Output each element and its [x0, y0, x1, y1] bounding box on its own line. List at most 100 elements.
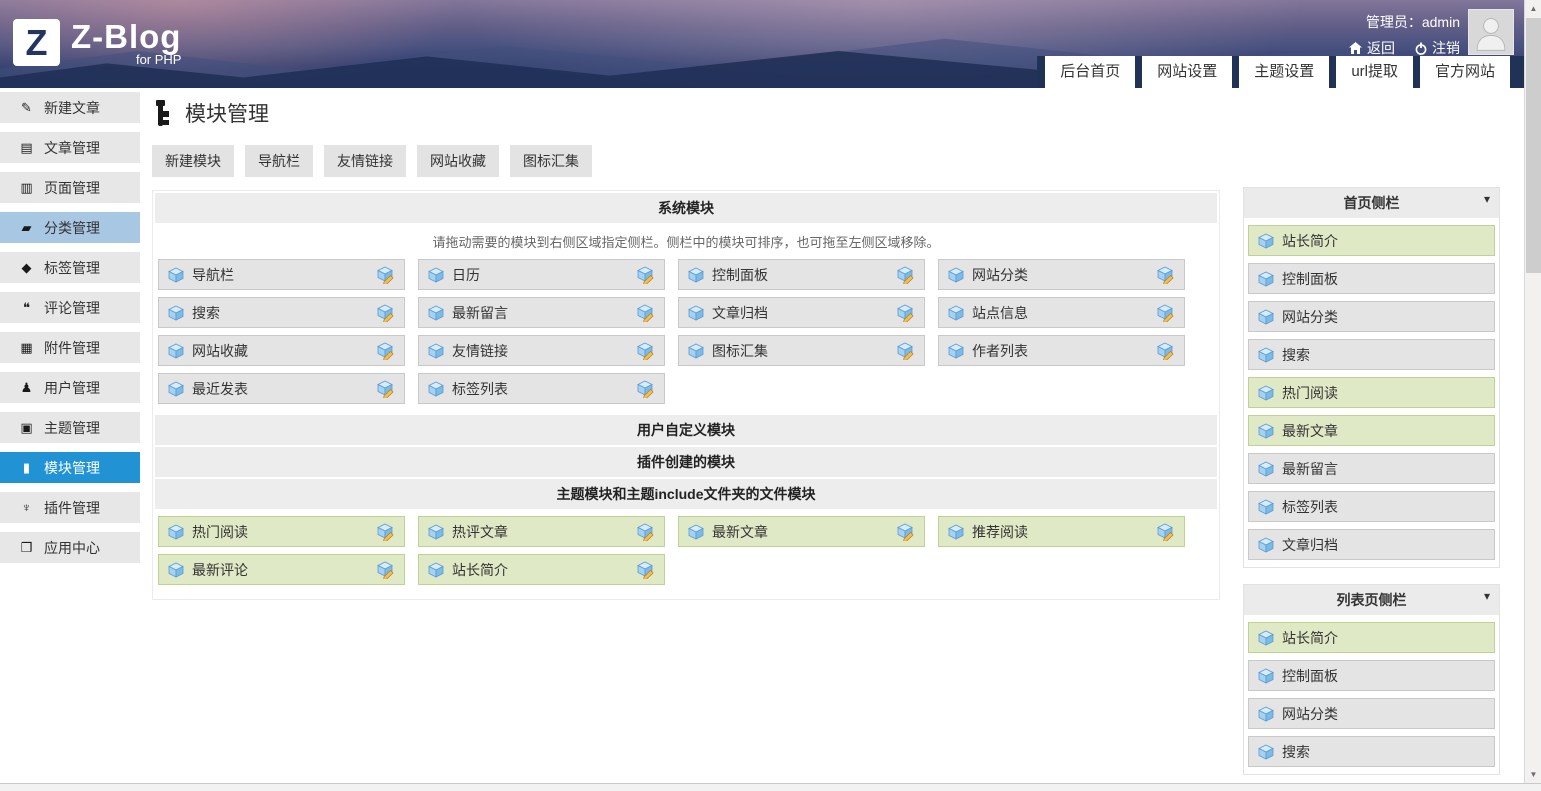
panel-header-home-sidebar[interactable]: 首页侧栏 ▾	[1244, 188, 1499, 218]
sidebar-item[interactable]: ▣ 主题管理	[0, 412, 140, 443]
toolbar-button[interactable]: 新建模块	[152, 145, 234, 177]
theme-module-item[interactable]: 热门阅读	[158, 516, 405, 547]
edit-module-icon[interactable]	[637, 304, 655, 322]
edit-module-icon[interactable]	[377, 380, 395, 398]
theme-module-item[interactable]: 热评文章	[418, 516, 665, 547]
sidebar-item[interactable]: ▮ 模块管理	[0, 452, 140, 483]
module-item[interactable]: 最近发表	[158, 373, 405, 404]
module-item[interactable]: 日历	[418, 259, 665, 290]
module-label: 站长简介	[1282, 231, 1485, 251]
theme-module-item[interactable]: 最新评论	[158, 554, 405, 585]
sidebar-item[interactable]: ▤ 文章管理	[0, 132, 140, 163]
toolbar-button[interactable]: 网站收藏	[417, 145, 499, 177]
home-sidebar-items: 站长简介 控制面板 网站	[1244, 225, 1499, 560]
avatar[interactable]	[1468, 9, 1514, 55]
module-item[interactable]: 控制面板	[678, 259, 925, 290]
module-label: 热门阅读	[192, 522, 377, 542]
module-key-icon	[152, 99, 172, 127]
edit-module-icon[interactable]	[897, 342, 915, 360]
scrollbar-thumb[interactable]	[1526, 18, 1541, 273]
module-item[interactable]: 导航栏	[158, 259, 405, 290]
attachment-icon: ▦	[19, 340, 34, 356]
sidebar-item[interactable]: ▥ 页面管理	[0, 172, 140, 203]
nav-tab[interactable]: 后台首页	[1045, 56, 1135, 88]
taskbar-sliver	[0, 783, 1541, 791]
edit-module-icon[interactable]	[377, 561, 395, 579]
sidebar-module-item[interactable]: 文章归档	[1248, 529, 1495, 560]
nav-tab[interactable]: 官方网站	[1420, 56, 1510, 88]
module-item[interactable]: 图标汇集	[678, 335, 925, 366]
edit-module-icon[interactable]	[637, 380, 655, 398]
sidebar-module-item[interactable]: 最新文章	[1248, 415, 1495, 446]
edit-module-icon[interactable]	[377, 342, 395, 360]
back-link[interactable]: 返回	[1349, 38, 1395, 58]
sidebar-module-item[interactable]: 网站分类	[1248, 301, 1495, 332]
toolbar-button[interactable]: 图标汇集	[510, 145, 592, 177]
edit-module-icon[interactable]	[1157, 304, 1175, 322]
edit-module-icon[interactable]	[897, 523, 915, 541]
sidebar-item[interactable]: ❒ 应用中心	[0, 532, 140, 563]
sidebar-module-item[interactable]: 站长简介	[1248, 622, 1495, 653]
nav-tab[interactable]: 主题设置	[1239, 56, 1329, 88]
sidebar-module-item[interactable]: 热门阅读	[1248, 377, 1495, 408]
sidebar-module-item[interactable]: 控制面板	[1248, 660, 1495, 691]
edit-module-icon[interactable]	[897, 304, 915, 322]
theme-module-item[interactable]: 推荐阅读	[938, 516, 1185, 547]
theme-module-item[interactable]: 站长简介	[418, 554, 665, 585]
sidebar-item[interactable]: ◆ 标签管理	[0, 252, 140, 283]
zblog-logo[interactable]: Z Z-Blog for PHP	[13, 19, 181, 67]
toolbar-button[interactable]: 导航栏	[245, 145, 313, 177]
panel-header-list-sidebar[interactable]: 列表页侧栏 ▾	[1244, 585, 1499, 615]
edit-module-icon[interactable]	[637, 523, 655, 541]
module-cube-icon	[1258, 706, 1274, 722]
logout-link[interactable]: 注销	[1415, 38, 1460, 58]
toolbar-button[interactable]: 友情链接	[324, 145, 406, 177]
sidebar-item-label: 页面管理	[44, 178, 100, 198]
module-item[interactable]: 网站收藏	[158, 335, 405, 366]
site-header: Z Z-Blog for PHP 管理员：admin 返回 注销	[0, 0, 1524, 88]
module-item[interactable]: 文章归档	[678, 297, 925, 328]
sidebar-module-item[interactable]: 控制面板	[1248, 263, 1495, 294]
sidebar-module-item[interactable]: 最新留言	[1248, 453, 1495, 484]
module-item[interactable]: 友情链接	[418, 335, 665, 366]
module-label: 站长简介	[452, 560, 637, 580]
sidebar-item[interactable]: ▦ 附件管理	[0, 332, 140, 363]
module-item[interactable]: 搜索	[158, 297, 405, 328]
sidebar-item[interactable]: ▰ 分类管理	[0, 212, 140, 243]
edit-module-icon[interactable]	[637, 342, 655, 360]
module-label: 控制面板	[712, 265, 897, 285]
edit-module-icon[interactable]	[637, 266, 655, 284]
module-cube-icon	[688, 267, 704, 283]
nav-tab[interactable]: 网站设置	[1142, 56, 1232, 88]
module-item[interactable]: 网站分类	[938, 259, 1185, 290]
sidebar-module-item[interactable]: 标签列表	[1248, 491, 1495, 522]
sidebar-item[interactable]: ✎ 新建文章	[0, 92, 140, 123]
module-item[interactable]: 标签列表	[418, 373, 665, 404]
module-label: 热评文章	[452, 522, 637, 542]
module-cube-icon	[428, 267, 444, 283]
sidebar-item[interactable]: ♆ 插件管理	[0, 492, 140, 523]
edit-module-icon[interactable]	[1157, 342, 1175, 360]
edit-module-icon[interactable]	[377, 304, 395, 322]
sidebar-module-item[interactable]: 网站分类	[1248, 698, 1495, 729]
edit-module-icon[interactable]	[1157, 266, 1175, 284]
module-item[interactable]: 最新留言	[418, 297, 665, 328]
sidebar-module-item[interactable]: 搜索	[1248, 736, 1495, 767]
scroll-down-arrow-icon[interactable]: ▼	[1525, 766, 1541, 783]
theme-module-item[interactable]: 最新文章	[678, 516, 925, 547]
edit-module-icon[interactable]	[637, 561, 655, 579]
sidebar-item[interactable]: ♟ 用户管理	[0, 372, 140, 403]
scroll-up-arrow-icon[interactable]: ▲	[1525, 0, 1541, 17]
nav-tab[interactable]: url提取	[1336, 56, 1413, 88]
sidebar-module-item[interactable]: 站长简介	[1248, 225, 1495, 256]
module-item[interactable]: 作者列表	[938, 335, 1185, 366]
vertical-scrollbar[interactable]: ▲ ▼	[1524, 0, 1541, 783]
edit-module-icon[interactable]	[1157, 523, 1175, 541]
user-icon: ♟	[19, 380, 34, 396]
module-item[interactable]: 站点信息	[938, 297, 1185, 328]
sidebar-module-item[interactable]: 搜索	[1248, 339, 1495, 370]
edit-module-icon[interactable]	[377, 266, 395, 284]
sidebar-item[interactable]: ❝ 评论管理	[0, 292, 140, 323]
edit-module-icon[interactable]	[377, 523, 395, 541]
edit-module-icon[interactable]	[897, 266, 915, 284]
